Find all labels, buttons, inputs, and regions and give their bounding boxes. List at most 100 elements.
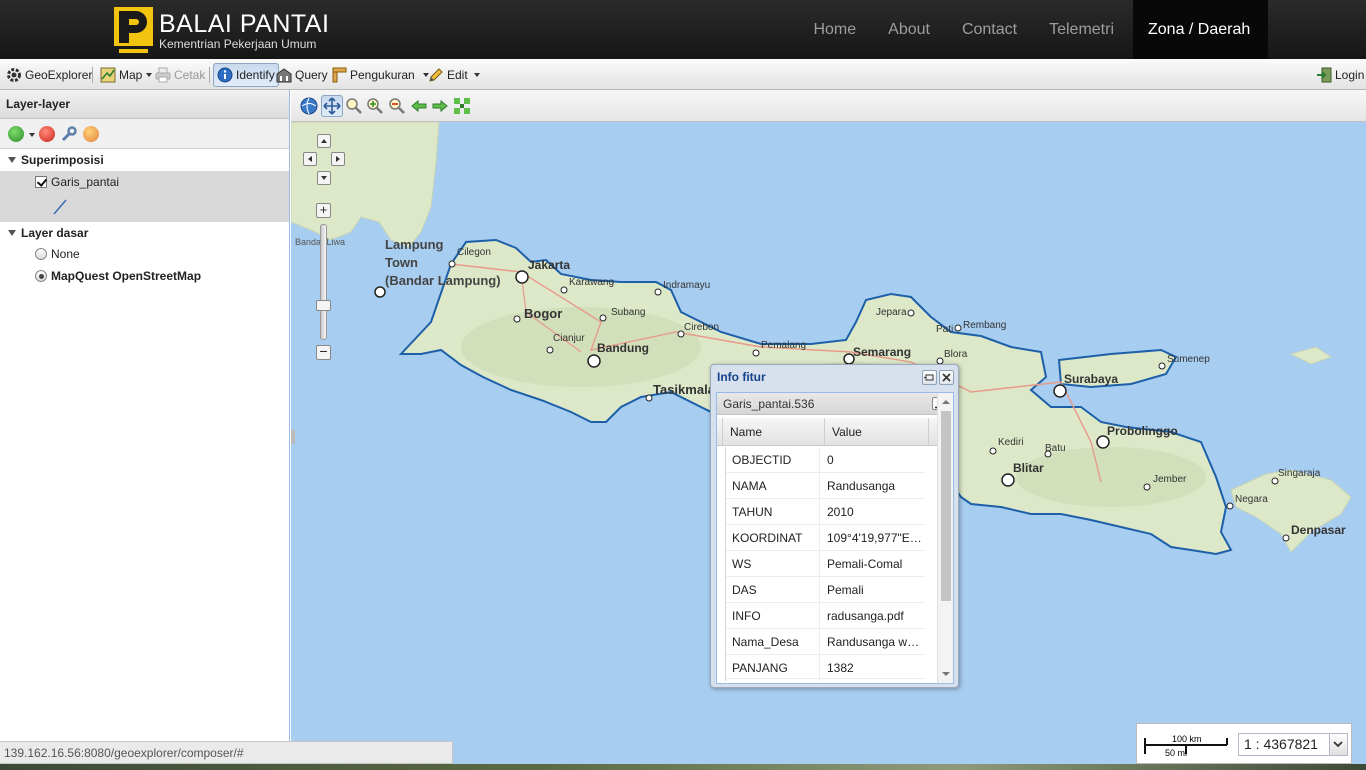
print-button[interactable]: Cetak — [155, 64, 205, 86]
tree-group-layer-dasar[interactable]: Layer dasar — [0, 222, 289, 244]
pin-window-icon[interactable] — [922, 370, 937, 385]
previous-extent-icon[interactable] — [410, 97, 428, 115]
geoexplorer-button[interactable]: GeoExplorer — [6, 64, 92, 86]
city-marker-blitar[interactable] — [1001, 473, 1015, 487]
pan-control — [302, 134, 348, 186]
brand-subtitle: Kementrian Pekerjaan Umum — [159, 36, 317, 51]
close-icon[interactable] — [939, 370, 954, 385]
base-none-radio[interactable] — [35, 248, 47, 260]
city-marker-pemalang[interactable] — [752, 349, 760, 357]
table-row[interactable]: WS Pemali-Comal — [725, 551, 925, 577]
zoom-out-button[interactable]: − — [316, 344, 331, 360]
wrench-layer-properties-icon[interactable] — [61, 126, 77, 142]
main-toolbar: GeoExplorer Map Cetak Identify Query Pen… — [0, 59, 1366, 90]
table-row[interactable]: TAHUN 2010 — [725, 499, 925, 525]
feature-info-body: Garis_pantai.536 Name Value OBJECTID 0 NA… — [716, 392, 954, 684]
scroll-thumb[interactable] — [941, 411, 951, 601]
tree-base-mapquest[interactable]: MapQuest OpenStreetMap — [0, 265, 289, 287]
zoom-slider-handle[interactable] — [316, 300, 331, 311]
zoom-to-layers-icon[interactable] — [453, 97, 471, 115]
table-row[interactable]: NAMA Randusanga — [725, 473, 925, 499]
table-row[interactable]: KOORDINAT 109°4'19,977"E 6... — [725, 525, 925, 551]
building-query-icon — [276, 67, 292, 83]
panel-collapse-handle[interactable] — [291, 430, 295, 444]
table-row[interactable]: INFO radusanga.pdf — [725, 603, 925, 629]
city-marker-jember[interactable] — [1143, 483, 1151, 491]
zoom-box-icon[interactable] — [345, 97, 363, 115]
nav-home[interactable]: Home — [797, 0, 872, 59]
zoom-slider-track[interactable] — [320, 224, 327, 340]
zoom-out-icon[interactable] — [388, 97, 406, 115]
globe-zoom-extent-icon[interactable] — [300, 97, 318, 115]
expand-arrow-icon[interactable] — [8, 157, 16, 163]
zoom-in-button[interactable]: + — [316, 203, 331, 218]
city-marker-surabaya[interactable] — [1053, 384, 1067, 398]
nav-contact[interactable]: Contact — [946, 0, 1033, 59]
column-value-header[interactable]: Value — [825, 418, 929, 446]
place-label-cirebon: Cirebon — [684, 322, 719, 333]
scroll-down-icon[interactable] — [939, 667, 953, 681]
chevron-down-icon[interactable] — [1329, 734, 1347, 755]
city-marker-bogor[interactable] — [513, 315, 521, 323]
city-marker-kediri[interactable] — [989, 447, 997, 455]
query-button[interactable]: Query — [276, 64, 328, 86]
city-marker-sumenep[interactable] — [1158, 362, 1166, 370]
table-row[interactable]: OBJECTID 0 — [725, 447, 925, 473]
gear-icon — [6, 67, 22, 83]
city-marker-denpasar[interactable] — [1282, 534, 1290, 542]
table-row[interactable]: DAS Pemali — [725, 577, 925, 603]
scale-select[interactable]: 1 : 4367821 — [1238, 733, 1348, 756]
tree-base-none[interactable]: None — [0, 243, 289, 265]
city-marker-bandung[interactable] — [587, 354, 601, 368]
place-label-jepara: Jepara — [876, 307, 907, 318]
table-row[interactable]: PANJANG 1382 — [725, 655, 925, 681]
add-layer-caret-icon[interactable] — [29, 133, 35, 137]
measure-menu-button[interactable]: Pengukuran — [331, 64, 429, 86]
pan-icon[interactable] — [321, 95, 343, 117]
next-extent-icon[interactable] — [431, 97, 449, 115]
city-marker-cianjur[interactable] — [546, 346, 554, 354]
city-marker-jepara[interactable] — [907, 309, 915, 317]
pan-right-button[interactable] — [331, 152, 345, 166]
place-label-cilegon: Cilegon — [457, 247, 491, 258]
identify-button[interactable]: Identify — [213, 63, 279, 87]
tree-group-superimposisi[interactable]: Superimposisi — [0, 149, 289, 171]
place-label-pati: Pati — [936, 324, 953, 335]
feature-group-header[interactable]: Garis_pantai.536 — [717, 393, 953, 415]
add-layer-icon[interactable] — [8, 126, 24, 142]
city-marker-lampung[interactable] — [374, 286, 386, 298]
expand-arrow-icon[interactable] — [8, 230, 16, 236]
brand[interactable]: BALAI PANTAI Kementrian Pekerjaan Umum — [114, 7, 329, 55]
pan-left-button[interactable] — [303, 152, 317, 166]
place-label-pemalang: Pemalang — [761, 340, 806, 351]
city-marker-cilegon[interactable] — [448, 260, 456, 268]
tree-layer-garis-pantai[interactable]: Garis_pantai — [0, 171, 289, 222]
place-label-negara: Negara — [1235, 494, 1268, 505]
city-marker-karawang[interactable] — [560, 286, 568, 294]
nav-telemetri[interactable]: Telemetri — [1033, 0, 1133, 59]
style-palette-icon[interactable] — [83, 126, 99, 142]
nav-zona-daerah-dropdown[interactable]: Zona / Daerah — [1133, 0, 1268, 92]
city-marker-jakarta[interactable] — [515, 270, 529, 284]
login-button[interactable]: Login — [1316, 64, 1364, 86]
base-mapquest-radio[interactable] — [35, 270, 47, 282]
remove-layer-icon[interactable] — [39, 126, 55, 142]
zoom-in-icon[interactable] — [366, 97, 384, 115]
table-row[interactable]: Nama_Desa Randusanga wet... — [725, 629, 925, 655]
garis-pantai-checkbox[interactable] — [35, 176, 47, 188]
info-scrollbar[interactable] — [937, 393, 953, 683]
city-marker-tasikmalaya[interactable] — [645, 394, 653, 402]
city-marker-negara[interactable] — [1226, 502, 1234, 510]
land-islet — [1289, 346, 1333, 365]
pan-down-button[interactable] — [317, 171, 331, 185]
city-marker-rembang[interactable] — [954, 324, 962, 332]
column-name-header[interactable]: Name — [723, 418, 825, 446]
city-marker-indramayu[interactable] — [654, 288, 662, 296]
feature-info-window[interactable]: Info fitur Garis_pantai.536 Name Value O… — [710, 364, 959, 688]
city-marker-subang[interactable] — [599, 314, 607, 322]
edit-menu-button[interactable]: Edit — [428, 64, 480, 86]
scroll-up-icon[interactable] — [939, 395, 953, 409]
nav-about[interactable]: About — [872, 0, 946, 59]
map-menu-button[interactable]: Map — [100, 64, 153, 86]
pan-up-button[interactable] — [317, 134, 331, 148]
